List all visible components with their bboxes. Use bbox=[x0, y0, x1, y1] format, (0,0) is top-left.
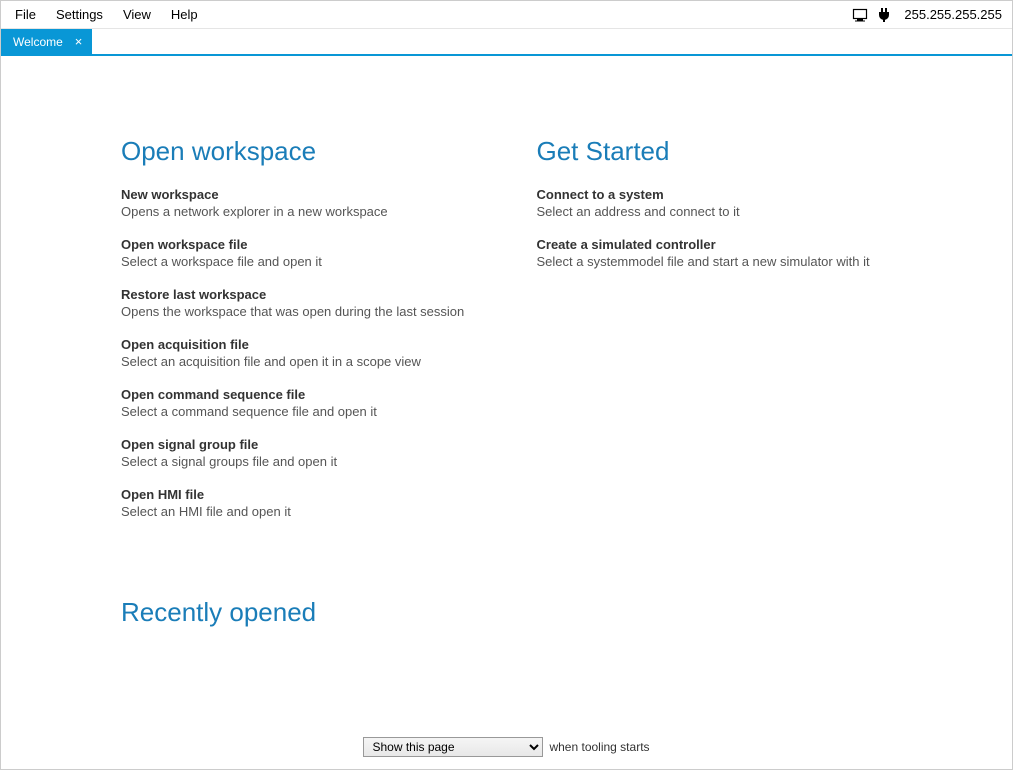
action-create-simulated-controller[interactable]: Create a simulated controller Select a s… bbox=[537, 237, 893, 269]
footer-suffix: when tooling starts bbox=[549, 740, 649, 754]
action-desc: Opens the workspace that was open during… bbox=[121, 304, 477, 319]
ip-address: 255.255.255.255 bbox=[904, 7, 1002, 22]
action-title: Connect to a system bbox=[537, 187, 893, 202]
action-title: Open acquisition file bbox=[121, 337, 477, 352]
action-title: Create a simulated controller bbox=[537, 237, 893, 252]
menu-settings[interactable]: Settings bbox=[46, 3, 113, 26]
startup-page-select[interactable]: Show this page bbox=[363, 737, 543, 757]
get-started-heading: Get Started bbox=[537, 136, 893, 167]
get-started-section: Get Started Connect to a system Select a… bbox=[537, 136, 893, 537]
action-title: New workspace bbox=[121, 187, 477, 202]
open-workspace-section: Open workspace New workspace Opens a net… bbox=[121, 136, 477, 537]
menu-bar: File Settings View Help 255.255.255.255 bbox=[1, 1, 1012, 29]
close-icon[interactable]: × bbox=[73, 35, 85, 48]
action-open-signal-group-file[interactable]: Open signal group file Select a signal g… bbox=[121, 437, 477, 469]
tab-welcome[interactable]: Welcome × bbox=[1, 29, 92, 54]
monitor-icon[interactable] bbox=[852, 7, 868, 23]
menu-help[interactable]: Help bbox=[161, 3, 208, 26]
action-new-workspace[interactable]: New workspace Opens a network explorer i… bbox=[121, 187, 477, 219]
menu-view[interactable]: View bbox=[113, 3, 161, 26]
tab-label: Welcome bbox=[13, 35, 63, 49]
open-workspace-heading: Open workspace bbox=[121, 136, 477, 167]
action-restore-last-workspace[interactable]: Restore last workspace Opens the workspa… bbox=[121, 287, 477, 319]
footer: Show this page when tooling starts bbox=[1, 729, 1012, 769]
action-open-hmi-file[interactable]: Open HMI file Select an HMI file and ope… bbox=[121, 487, 477, 519]
action-desc: Opens a network explorer in a new worksp… bbox=[121, 204, 477, 219]
action-desc: Select a workspace file and open it bbox=[121, 254, 477, 269]
action-open-workspace-file[interactable]: Open workspace file Select a workspace f… bbox=[121, 237, 477, 269]
tab-strip: Welcome × bbox=[1, 29, 1012, 56]
action-title: Restore last workspace bbox=[121, 287, 477, 302]
action-title: Open workspace file bbox=[121, 237, 477, 252]
recently-opened-section: Recently opened bbox=[1, 537, 1012, 648]
welcome-content: Open workspace New workspace Opens a net… bbox=[1, 56, 1012, 769]
menu-file[interactable]: File bbox=[5, 3, 46, 26]
action-desc: Select an address and connect to it bbox=[537, 204, 893, 219]
action-connect-to-system[interactable]: Connect to a system Select an address an… bbox=[537, 187, 893, 219]
action-desc: Select an acquisition file and open it i… bbox=[121, 354, 477, 369]
recently-opened-heading: Recently opened bbox=[121, 597, 892, 628]
action-desc: Select an HMI file and open it bbox=[121, 504, 477, 519]
action-desc: Select a command sequence file and open … bbox=[121, 404, 477, 419]
action-desc: Select a signal groups file and open it bbox=[121, 454, 477, 469]
action-title: Open command sequence file bbox=[121, 387, 477, 402]
action-title: Open HMI file bbox=[121, 487, 477, 502]
plug-icon[interactable] bbox=[876, 7, 892, 23]
action-desc: Select a systemmodel file and start a ne… bbox=[537, 254, 893, 269]
status-icons: 255.255.255.255 bbox=[852, 7, 1008, 23]
action-open-command-sequence-file[interactable]: Open command sequence file Select a comm… bbox=[121, 387, 477, 419]
action-title: Open signal group file bbox=[121, 437, 477, 452]
action-open-acquisition-file[interactable]: Open acquisition file Select an acquisit… bbox=[121, 337, 477, 369]
